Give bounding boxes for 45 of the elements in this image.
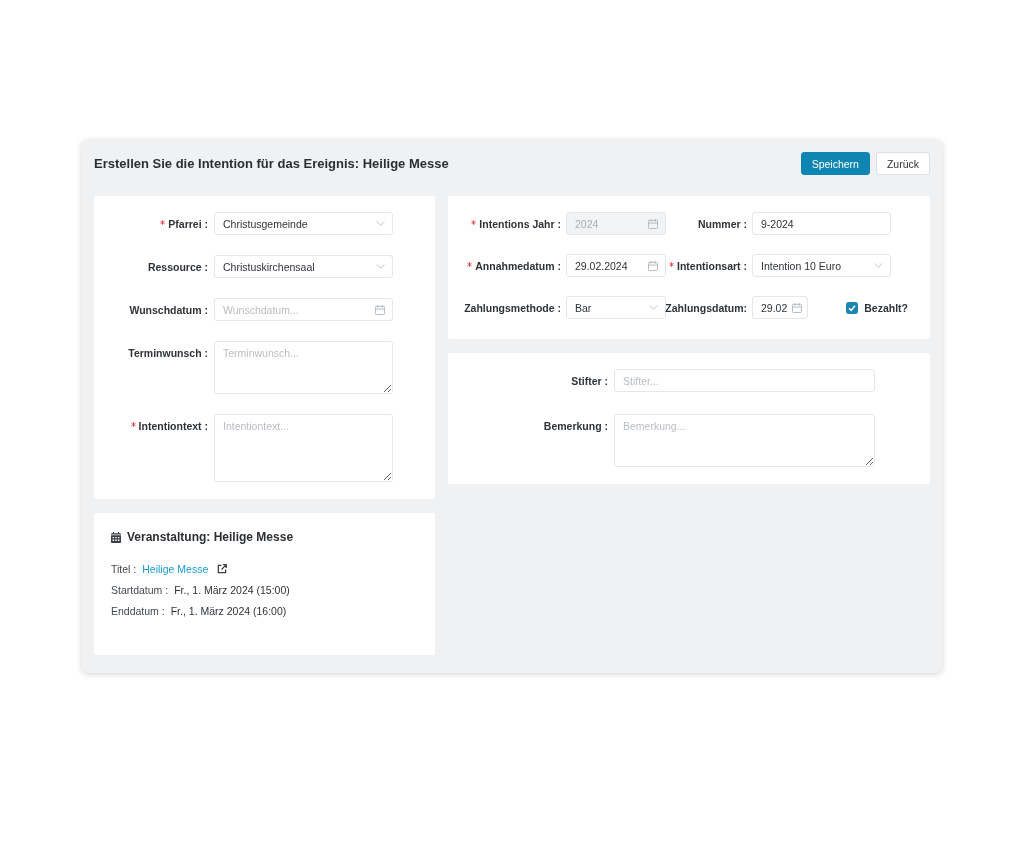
- text-field[interactable]: Stifter...: [614, 369, 875, 392]
- external-link-icon[interactable]: [217, 563, 228, 574]
- select-field[interactable]: Bar: [566, 296, 666, 319]
- textarea-field[interactable]: Bemerkung...: [614, 414, 875, 467]
- detail-label: Startdatum :: [111, 583, 169, 596]
- textarea-field[interactable]: Terminwunsch...: [214, 341, 393, 394]
- chevron-down-icon: [874, 263, 883, 268]
- field-label: Wunschdatum :: [129, 303, 208, 316]
- calendar-icon: [792, 302, 802, 313]
- chevron-down-icon: [376, 264, 385, 269]
- chevron-down-icon: [649, 305, 658, 310]
- card-heading: Veranstaltung: Heilige Messe: [127, 530, 294, 544]
- field-label: Terminwunsch :: [128, 346, 208, 359]
- field-label: Stifter :: [571, 374, 608, 387]
- textarea-field[interactable]: Intentiontext...: [214, 414, 393, 482]
- chevron-down-icon: [376, 221, 385, 226]
- field-label: Intentionsart :: [677, 259, 747, 272]
- detail-value: Fr., 1. März 2024 (16:00): [170, 604, 287, 617]
- select-field[interactable]: Christusgemeinde: [214, 212, 393, 235]
- detail-value: Fr., 1. März 2024 (15:00): [174, 583, 290, 596]
- field-label: Intentions Jahr :: [479, 217, 561, 230]
- calendar-icon: [648, 218, 658, 229]
- back-button[interactable]: Zurück: [875, 152, 930, 175]
- field-label: Intentiontext :: [138, 419, 208, 432]
- calendar-icon: [648, 260, 658, 271]
- text-field[interactable]: 9-2024: [752, 212, 891, 235]
- field-label: Ressource :: [147, 260, 208, 273]
- field-label: Nummer :: [698, 217, 747, 230]
- calendar-icon: [375, 304, 385, 315]
- page-title: Erstellen Sie die Intention für das Ereignis: Heilige Messe: [94, 156, 449, 171]
- field-label: Pfarrei :: [168, 217, 208, 230]
- field-label: Annahmedatum :: [475, 259, 561, 272]
- field-label: Bemerkung :: [543, 419, 608, 432]
- checkbox-label[interactable]: Bezahlt?: [864, 301, 908, 314]
- date-field[interactable]: 29.02.2024: [566, 254, 666, 277]
- detail-label: Enddatum :: [111, 604, 165, 617]
- select-field[interactable]: Christuskirchensaal: [214, 255, 393, 278]
- field-label: Zahlungsmethode :: [464, 301, 561, 314]
- checkbox[interactable]: [846, 301, 859, 314]
- save-button[interactable]: Speichern: [800, 152, 870, 175]
- calendar-icon: [111, 531, 121, 543]
- select-field[interactable]: Intention 10 Euro: [752, 254, 891, 277]
- detail-label: Titel :: [111, 562, 137, 575]
- field-label: Zahlungsdatum:: [665, 301, 747, 314]
- date-field[interactable]: 29.02: [752, 296, 808, 319]
